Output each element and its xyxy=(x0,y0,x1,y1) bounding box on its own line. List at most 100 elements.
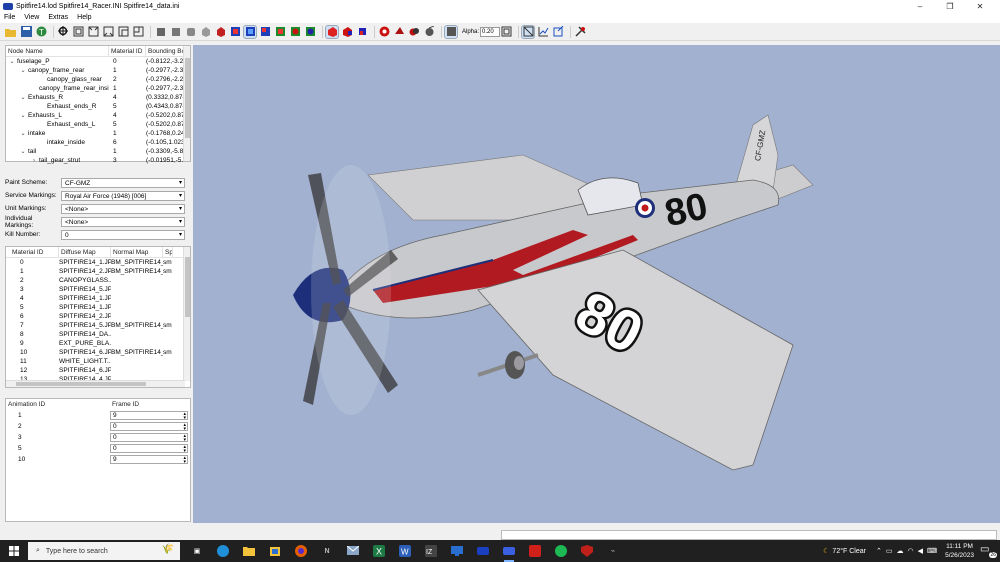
material-row[interactable]: 8 SPITFIRE14_DA... xyxy=(6,330,190,339)
frame-id-spinner[interactable]: 9 ▴ ▾ xyxy=(110,411,188,421)
cloud-icon[interactable]: ☁ xyxy=(896,547,903,555)
animation-panel[interactable]: Animation ID Frame ID 1 9 ▴ ▾ 2 0 ▴ ▾ 3 0 ▴ ▾ 5 0 ▴ ▾ 10… xyxy=(5,398,191,522)
shade-cube-icon[interactable] xyxy=(154,26,166,38)
material-row[interactable]: 10 SPITFIRE14_6.JPGBM_SPITFIRE14_...sm xyxy=(6,348,190,357)
graph-icon[interactable] xyxy=(537,26,549,38)
frame-id-spinner[interactable]: 0 ▴ ▾ xyxy=(110,422,188,432)
paint-dark-icon[interactable] xyxy=(393,26,405,38)
mesh-red-blue-icon[interactable] xyxy=(341,26,353,38)
material-row[interactable]: 5 SPITFIRE14_1.JPG xyxy=(6,303,190,312)
clock[interactable]: 11:11 PM 5/26/2023 xyxy=(945,542,974,560)
paint-stack-icon[interactable] xyxy=(408,26,420,38)
view-iso-icon[interactable] xyxy=(132,26,144,38)
zoom-icon[interactable] xyxy=(57,26,69,38)
light-red-icon[interactable] xyxy=(289,26,301,38)
paint-grey-icon[interactable] xyxy=(423,26,435,38)
tree-row[interactable]: canopy_frame_rear_insi... 1 (-0.2977,-2.3 xyxy=(6,84,190,93)
excel-icon[interactable]: X xyxy=(370,543,388,559)
view-back-icon[interactable] xyxy=(117,26,129,38)
bounding-box-icon[interactable] xyxy=(243,24,257,39)
paint-scheme-select[interactable]: CF-GMZ ▾ xyxy=(61,177,185,188)
node-tree-scrollbar[interactable] xyxy=(183,46,190,161)
smooth-cube-icon[interactable] xyxy=(184,26,196,38)
arcade-app-icon[interactable]: ⌁ xyxy=(604,543,622,559)
alpha-cube-icon[interactable] xyxy=(500,26,512,38)
volume-icon[interactable]: ◀ xyxy=(918,547,923,555)
materials-vscrollbar[interactable] xyxy=(183,247,190,381)
maximize-button[interactable]: ❐ xyxy=(935,0,965,12)
shield-icon[interactable] xyxy=(578,543,596,559)
image-editor-icon[interactable]: IZ xyxy=(422,543,440,559)
frame-id-spinner[interactable]: 9 ▴ ▾ xyxy=(110,455,188,465)
minimize-button[interactable]: – xyxy=(905,0,935,12)
material-row[interactable]: 7 SPITFIRE14_5.JPGBM_SPITFIRE14_...sm xyxy=(6,321,190,330)
spinner-arrows-icon[interactable]: ▴ ▾ xyxy=(183,423,186,432)
column-material-id[interactable]: Material ID xyxy=(6,246,59,258)
column-normal-map[interactable]: Normal Map xyxy=(111,246,163,258)
aircraft-model[interactable]: 80 CF-GMZ 80 xyxy=(193,45,1000,523)
edge-icon[interactable] xyxy=(214,543,232,559)
wire-cube-icon[interactable] xyxy=(199,26,211,38)
view-top-icon[interactable] xyxy=(102,26,114,38)
expand-toggle-icon[interactable]: ⌄ xyxy=(8,58,16,65)
material-row[interactable]: 9 EXT_PURE_BLA... xyxy=(6,339,190,348)
menu-extras[interactable]: Extras xyxy=(48,14,68,21)
tree-row[interactable]: Exhaust_ends_R 5 (0.4343,0.874 xyxy=(6,102,190,111)
unit-markings-select[interactable]: <None> ▾ xyxy=(61,203,185,214)
spinner-arrows-icon[interactable]: ▴ ▾ xyxy=(183,434,186,443)
notepad-app-icon[interactable]: N xyxy=(318,543,336,559)
word-icon[interactable]: W xyxy=(396,543,414,559)
firefox-icon[interactable] xyxy=(292,543,310,559)
tree-row[interactable]: ⌄ tail 1 (-0.3309,-5.8 xyxy=(6,147,190,156)
tree-row[interactable]: ⌄ fuselage_P 0 (-0.8122,-3.2 xyxy=(6,57,190,66)
service-markings-select[interactable]: Royal Air Force (1948) [006] ▾ xyxy=(61,190,185,201)
grid-icon[interactable] xyxy=(259,26,271,38)
spinner-arrows-icon[interactable]: ▴ ▾ xyxy=(183,445,186,454)
expand-toggle-icon[interactable]: ⌄ xyxy=(19,130,27,137)
menu-file[interactable]: File xyxy=(4,14,15,21)
spinner-arrows-icon[interactable]: ▴ ▾ xyxy=(183,412,186,421)
column-diffuse-map[interactable]: Diffuse Map xyxy=(59,246,111,258)
mesh-red-icon[interactable] xyxy=(325,24,339,39)
menu-view[interactable]: View xyxy=(24,14,39,21)
tree-row[interactable]: canopy_glass_rear 2 (-0.2796,-2.2 xyxy=(6,75,190,84)
tree-row[interactable]: intake_inside 6 (-0.105,1.023 xyxy=(6,138,190,147)
mesh-blue-icon[interactable] xyxy=(356,26,368,38)
material-row[interactable]: 2 CANOPYGLASS.... xyxy=(6,276,190,285)
frame-id-spinner[interactable]: 0 ▴ ▾ xyxy=(110,444,188,454)
normals-icon[interactable] xyxy=(229,26,241,38)
keyboard-icon[interactable]: ⌨ xyxy=(927,547,937,555)
acrobat-icon[interactable] xyxy=(526,543,544,559)
texture-icon[interactable]: T xyxy=(35,26,47,38)
chevron-up-icon[interactable]: ⌃ xyxy=(876,547,882,555)
game-app-icon[interactable] xyxy=(474,543,492,559)
spinner-arrows-icon[interactable]: ▴ ▾ xyxy=(183,456,186,465)
tree-row[interactable]: ⌄ intake 1 (-0.1768,0.24 xyxy=(6,129,190,138)
tree-row[interactable]: › tail_gear_strut 3 (-0.01951,-5. xyxy=(6,156,190,165)
weather-text[interactable]: 72°F Clear xyxy=(832,548,866,555)
expand-toggle-icon[interactable]: ⌄ xyxy=(19,94,27,101)
taskbar-search[interactable]: ⌕ Type here to search 🌾 xyxy=(28,542,180,560)
light-green-icon[interactable] xyxy=(274,26,286,38)
material-row[interactable]: 3 SPITFIRE14_5.JPG xyxy=(6,285,190,294)
flat-cube-icon[interactable] xyxy=(169,26,181,38)
notifications-button[interactable]: ▭ 26 xyxy=(980,544,997,558)
textured-cube-icon[interactable] xyxy=(214,26,226,38)
material-row[interactable]: 1 SPITFIRE14_2.JPGBM_SPITFIRE14_...sm xyxy=(6,267,190,276)
wireframe-box-icon[interactable] xyxy=(521,24,536,39)
monitor-icon[interactable] xyxy=(448,543,466,559)
tree-row[interactable]: ⌄ Exhausts_L 4 (-0.5202,0.87 xyxy=(6,111,190,120)
material-row[interactable]: 11 WHITE_LIGHT.T... xyxy=(6,357,190,366)
lod-viewer-taskbar-icon[interactable] xyxy=(500,543,518,562)
network-icon[interactable]: ▭ xyxy=(886,547,893,555)
wifi-icon[interactable]: ◠ xyxy=(907,547,913,555)
materials-hscrollbar[interactable] xyxy=(6,380,185,387)
save-icon[interactable] xyxy=(20,26,32,38)
view-side-icon[interactable] xyxy=(87,26,99,38)
3d-viewport[interactable]: 80 CF-GMZ 80 xyxy=(193,45,1000,523)
tools-icon[interactable] xyxy=(574,26,586,38)
material-row[interactable]: 0 SPITFIRE14_1.JPGBM_SPITFIRE14_...sm xyxy=(6,258,190,267)
material-row[interactable]: 12 SPITFIRE14_6.JPG xyxy=(6,366,190,375)
view-front-icon[interactable] xyxy=(72,26,84,38)
materials-panel[interactable]: Material ID Diffuse Map Normal Map Spe 0… xyxy=(5,246,191,388)
